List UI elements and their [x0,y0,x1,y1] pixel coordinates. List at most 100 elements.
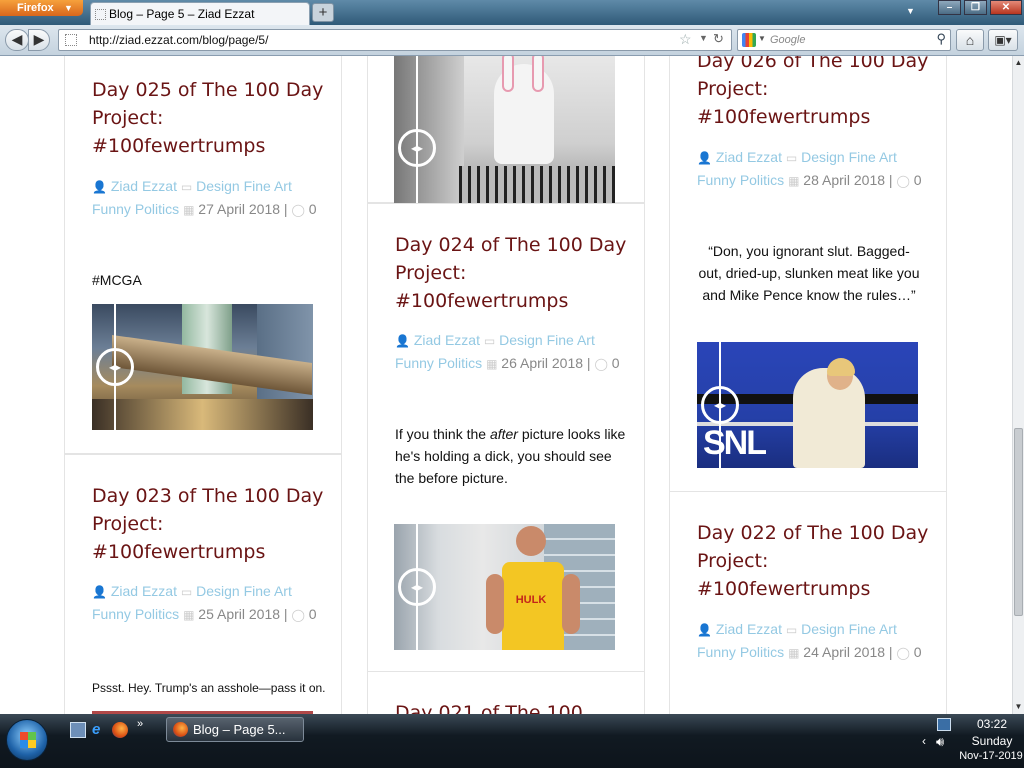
comment-icon: ◯ [291,203,305,217]
comment-count-link[interactable]: 0 [612,355,620,371]
scroll-up-arrow-icon[interactable]: ▲ [1013,56,1024,70]
scrollbar-thumb[interactable] [1014,428,1023,616]
snl-logo: SNL [703,424,767,462]
post-title-link[interactable]: Day 024 of The 100 Day Project: #100fewe… [395,231,635,315]
category-link[interactable]: Fine Art [244,178,292,194]
tab-list-chevron-icon[interactable]: ▼ [906,6,915,16]
folder-icon: ▭ [180,180,193,194]
category-link[interactable]: Fine Art [547,332,595,348]
minimize-button[interactable]: – [938,0,961,15]
category-link[interactable]: Politics [135,606,179,622]
browser-tab[interactable]: Blog – Page 5 – Ziad Ezzat [90,2,310,25]
category-link[interactable]: Design [499,332,543,348]
firefox-menu-label: Firefox [17,2,54,14]
before-after-image-slider[interactable]: ◂▸ [92,304,313,430]
before-after-image-slider[interactable]: ◂▸ [394,56,615,203]
addon-button[interactable]: ▣▾ [988,29,1018,51]
reload-icon[interactable]: ↻ [713,31,724,47]
clock-date[interactable]: Nov-17-2019 [958,750,1024,762]
comment-count-link[interactable]: 0 [309,606,317,622]
google-icon[interactable] [742,33,756,47]
category-link[interactable]: Politics [740,172,784,188]
before-after-image-slider[interactable]: SNL ◂▸ [697,342,918,468]
category-link[interactable]: Politics [740,644,784,660]
post-meta: 👤 Ziad Ezzat ▭ Design Fine Art Funny Pol… [92,583,317,622]
author-link[interactable]: Ziad Ezzat [111,583,177,599]
tab-title: Blog – Page 5 – Ziad Ezzat [109,7,255,21]
search-bar[interactable]: ▼ Google ⚲ [737,29,951,51]
calendar-icon: ▦ [788,174,800,188]
quick-launch-more-icon[interactable]: » [137,718,153,734]
post-title-link[interactable]: Day 021 of The 100 [395,699,635,714]
author-link[interactable]: Ziad Ezzat [716,621,782,637]
start-button[interactable] [6,719,48,761]
windows-logo-icon [20,732,36,748]
vertical-scrollbar[interactable]: ▲ ▼ [1012,56,1024,714]
author-link[interactable]: Ziad Ezzat [111,178,177,194]
comment-count-link[interactable]: 0 [914,644,922,660]
post-title-link[interactable]: Day 026 of The 100 Day Project: #100fewe… [697,56,937,131]
category-link[interactable]: Design [801,149,845,165]
taskbar-firefox-window-button[interactable]: Blog – Page 5... [166,717,304,742]
category-link[interactable]: Design [801,621,845,637]
emphasis-text: after [489,426,518,442]
category-link[interactable]: Design [196,583,240,599]
slider-handle-icon[interactable]: ◂▸ [701,386,739,424]
search-magnifier-icon[interactable]: ⚲ [936,31,946,47]
clock-time[interactable]: 03:22 [964,717,1020,731]
show-hidden-icons-chevron-icon[interactable]: ‹ [922,734,926,748]
home-button[interactable]: ⌂ [956,29,984,51]
url-text[interactable]: http://ziad.ezzat.com/blog/page/5/ [89,33,268,47]
author-link[interactable]: Ziad Ezzat [414,332,480,348]
category-link[interactable]: Politics [135,201,179,217]
slider-handle-icon[interactable]: ◂▸ [398,129,436,167]
post-card: Day 025 of The 100 Day Project: #100fewe… [64,56,342,454]
post-excerpt: If you think the after picture looks lik… [395,426,626,486]
category-link[interactable]: Politics [438,355,482,371]
new-tab-button[interactable]: + [312,3,334,22]
history-dropdown-icon[interactable]: ▼ [699,33,708,43]
page-identity-icon[interactable] [65,34,77,46]
calendar-icon: ▦ [183,608,195,622]
forward-button[interactable]: ▶ [28,29,50,51]
category-link[interactable]: Funny [697,644,736,660]
address-bar[interactable]: http://ziad.ezzat.com/blog/page/5/ ☆ ▼ ↻ [58,29,732,51]
category-link[interactable]: Design [196,178,240,194]
bookmark-star-icon[interactable]: ☆ [679,31,692,48]
comment-count-link[interactable]: 0 [309,201,317,217]
maximize-button[interactable]: ❐ [964,0,987,15]
author-link[interactable]: Ziad Ezzat [716,149,782,165]
internet-explorer-icon[interactable]: e [92,722,108,738]
category-link[interactable]: Fine Art [244,583,292,599]
post-card: Day 024 of The 100 Day Project: #100fewe… [367,203,645,673]
slider-handle-icon[interactable]: ◂▸ [96,348,134,386]
category-link[interactable]: Fine Art [849,149,897,165]
post-title-link[interactable]: Day 022 of The 100 Day Project: #100fewe… [697,519,937,603]
comment-icon: ◯ [291,608,305,622]
scroll-down-arrow-icon[interactable]: ▼ [1013,700,1024,714]
category-link[interactable]: Funny [697,172,736,188]
comment-icon: ◯ [896,646,910,660]
volume-icon[interactable]: 🔊︎ [936,734,944,750]
category-link[interactable]: Funny [395,355,434,371]
folder-icon: ▭ [483,334,496,348]
post-title-link[interactable]: Day 025 of The 100 Day Project: #100fewe… [92,76,332,160]
search-engine-dropdown-icon[interactable]: ▼ [758,34,766,43]
before-after-image-slider[interactable]: HULK ◂▸ [394,524,615,650]
firefox-icon[interactable] [112,722,128,738]
close-button[interactable]: ✕ [990,0,1022,15]
category-link[interactable]: Funny [92,606,131,622]
slider-handle-icon[interactable]: ◂▸ [398,568,436,606]
comment-count-link[interactable]: 0 [914,172,922,188]
clock-day[interactable]: Sunday [964,734,1020,748]
category-link[interactable]: Fine Art [849,621,897,637]
show-desktop-icon[interactable] [70,722,86,738]
firefox-menu-button[interactable]: Firefox ▼ [0,0,83,16]
back-button[interactable]: ◀ [5,29,29,51]
post-date: 24 April 2018 [803,644,886,660]
network-icon[interactable] [937,718,951,731]
post-title-link[interactable]: Day 023 of The 100 Day Project: #100fewe… [92,482,332,566]
category-link[interactable]: Funny [92,201,131,217]
post-meta: 👤 Ziad Ezzat ▭ Design Fine Art Funny Pol… [697,149,922,188]
search-input[interactable]: Google [770,34,805,46]
